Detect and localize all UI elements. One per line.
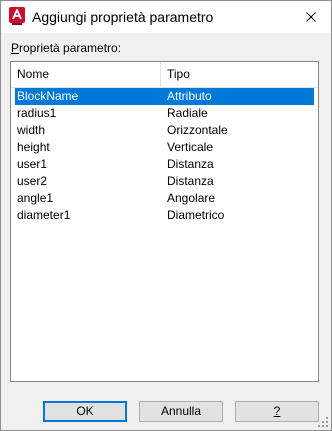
properties-label-rest: roprietà parametro: xyxy=(19,41,122,55)
properties-label: Proprietà parametro: xyxy=(11,41,121,55)
table-row[interactable]: diameter1 Diametrico xyxy=(11,207,318,224)
row-type-cell: Angolare xyxy=(167,191,216,205)
row-type-cell: Verticale xyxy=(167,140,214,154)
table-row[interactable]: angle1 Angolare xyxy=(11,190,318,207)
table-row[interactable]: radius1 Radiale xyxy=(11,105,318,122)
row-type-cell: Distanza xyxy=(167,157,214,171)
close-button[interactable] xyxy=(291,1,331,33)
table-row[interactable]: user2 Distanza xyxy=(11,173,318,190)
table-row[interactable]: BlockName Attributo xyxy=(15,88,314,105)
row-name-cell: angle1 xyxy=(17,191,54,205)
cancel-button[interactable]: Annulla xyxy=(139,401,223,422)
help-button-label: ? xyxy=(273,404,281,418)
column-header-type[interactable]: Tipo xyxy=(161,62,309,87)
row-name-cell: user2 xyxy=(17,174,48,188)
row-name-cell: diameter1 xyxy=(17,208,71,222)
row-type-cell: Orizzontale xyxy=(167,123,228,137)
row-type-cell: Attributo xyxy=(167,89,212,103)
row-type-cell: Radiale xyxy=(167,106,208,120)
dialog-window: Aggiungi proprietà parametro Proprietà p… xyxy=(0,0,332,431)
window-title: Aggiungi proprietà parametro xyxy=(32,9,214,25)
properties-label-mnemonic: P xyxy=(11,41,20,55)
list-header: Nome Tipo xyxy=(11,62,318,88)
row-type-cell: Distanza xyxy=(167,174,214,188)
autocad-a-icon xyxy=(9,7,25,25)
row-name-cell: width xyxy=(17,123,46,137)
row-name-cell: radius1 xyxy=(17,106,57,120)
table-row[interactable]: width Orizzontale xyxy=(11,122,318,139)
list-rows: BlockName Attributo radius1 Radiale width Ori… xyxy=(11,88,318,224)
table-row[interactable]: user1 Distanza xyxy=(11,156,318,173)
row-name-cell: BlockName xyxy=(17,89,79,103)
dialog-client-area: Proprietà parametro: Nome Tipo BlockName… xyxy=(1,33,331,430)
help-button[interactable]: ? xyxy=(235,401,319,422)
column-header-name[interactable]: Nome xyxy=(11,62,161,87)
resize-grip-icon[interactable] xyxy=(317,416,329,428)
ok-button[interactable]: OK xyxy=(43,401,127,422)
close-icon xyxy=(306,12,316,22)
row-name-cell: user1 xyxy=(17,157,48,171)
title-bar[interactable]: Aggiungi proprietà parametro xyxy=(1,1,331,33)
table-row[interactable]: height Verticale xyxy=(11,139,318,156)
properties-list[interactable]: Nome Tipo BlockName Attributo radius1 Radia… xyxy=(10,61,319,382)
row-type-cell: Diametrico xyxy=(167,208,225,222)
row-name-cell: height xyxy=(17,140,50,154)
